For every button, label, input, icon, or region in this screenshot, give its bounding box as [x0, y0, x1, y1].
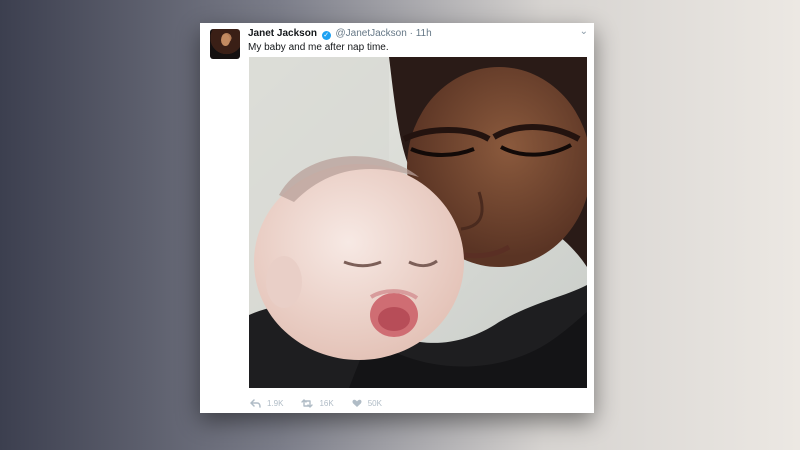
tweet-card[interactable]: Janet Jackson ✓ @JanetJackson · 11h ⌄ My… [200, 23, 594, 413]
retweet-icon [301, 398, 314, 408]
heart-icon [352, 399, 362, 407]
chevron-down-icon[interactable]: ⌄ [580, 26, 588, 37]
like-action[interactable]: 50K [352, 399, 382, 408]
baby-and-mother-photo [249, 57, 587, 388]
avatar-face [221, 34, 230, 46]
reply-icon [250, 398, 261, 408]
verified-badge-icon: ✓ [321, 31, 331, 40]
timestamp-separator: · [409, 28, 413, 39]
retweet-count: 16K [319, 398, 334, 408]
retweet-action[interactable]: 16K [301, 398, 334, 408]
tweet-actions: 1.9K 16K 50K [250, 397, 400, 409]
author-name[interactable]: Janet Jackson [248, 28, 317, 39]
author-handle[interactable]: @JanetJackson [336, 28, 407, 39]
profile-avatar[interactable] [210, 29, 240, 59]
tweet-photo[interactable] [249, 57, 587, 388]
tweet-timestamp[interactable]: 11h [416, 28, 432, 39]
tweet-header: Janet Jackson ✓ @JanetJackson · 11h [248, 28, 432, 40]
tweet-text: My baby and me after nap time. [248, 42, 389, 53]
like-count: 50K [367, 398, 382, 408]
reply-count: 1.9K [267, 398, 284, 408]
reply-action[interactable]: 1.9K [250, 399, 283, 408]
